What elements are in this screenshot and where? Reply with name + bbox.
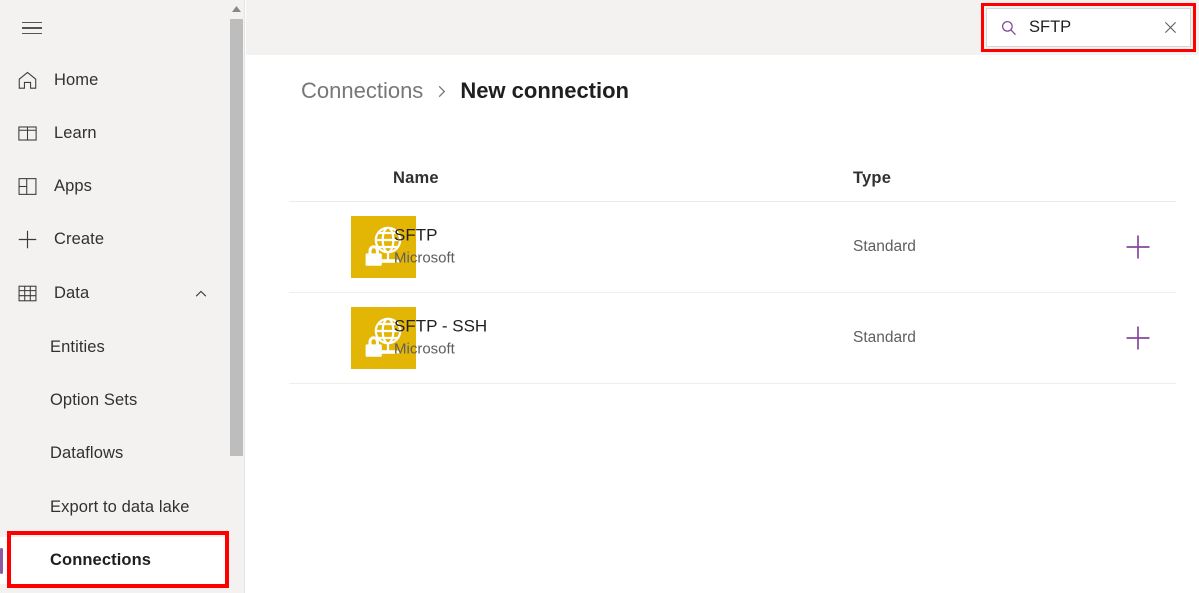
left-sidebar: Home Learn Apps Create Data Entities Opt…	[0, 0, 228, 593]
sidebar-item-entities[interactable]: Entities	[0, 324, 228, 371]
connector-name: SFTP	[394, 225, 438, 245]
chevron-up-icon[interactable]	[194, 287, 208, 301]
sidebar-item-data[interactable]: Data	[0, 270, 228, 317]
sidebar-item-home[interactable]: Home	[0, 57, 228, 104]
scrollbar-thumb[interactable]	[230, 19, 243, 456]
add-connection-button[interactable]	[1122, 231, 1154, 263]
table-icon	[14, 281, 40, 307]
sidebar-label-dataflows: Dataflows	[50, 444, 124, 462]
sidebar-item-export-to-data-lake[interactable]: Export to data lake	[0, 484, 228, 531]
main-content: Connections New connection Name Type SFT…	[246, 55, 1199, 593]
apps-icon	[14, 174, 40, 200]
sidebar-label-entities: Entities	[50, 338, 105, 356]
column-header-name: Name	[393, 169, 439, 187]
plus-icon	[14, 227, 40, 253]
sidebar-item-connections[interactable]: Connections	[0, 537, 228, 584]
connector-publisher: Microsoft	[394, 249, 455, 267]
connector-type: Standard	[853, 238, 916, 255]
add-connection-button[interactable]	[1122, 322, 1154, 354]
sidebar-item-dataflows[interactable]: Dataflows	[0, 430, 228, 477]
connectors-table: Name Type SFTP Microsoft Standard SFTP -…	[289, 140, 1176, 384]
search-box-highlight-annotation	[981, 3, 1196, 52]
sidebar-label-connections: Connections	[50, 551, 152, 569]
app-window: Home Learn Apps Create Data Entities Opt…	[0, 0, 1199, 593]
table-row[interactable]: SFTP - SSH Microsoft Standard	[289, 293, 1176, 384]
sidebar-label-apps: Apps	[54, 177, 93, 195]
row-name-block: SFTP Microsoft	[394, 224, 455, 269]
breadcrumb-current-page: New connection	[460, 78, 629, 103]
connector-publisher: Microsoft	[394, 340, 455, 358]
sidebar-label-data: Data	[54, 284, 90, 302]
breadcrumb: Connections New connection	[301, 78, 629, 104]
connector-name: SFTP - SSH	[394, 316, 488, 336]
chevron-right-icon	[434, 84, 449, 99]
sidebar-item-apps[interactable]: Apps	[0, 163, 228, 210]
sidebar-scrollbar[interactable]	[228, 0, 245, 593]
sidebar-item-learn[interactable]: Learn	[0, 110, 228, 157]
sidebar-item-create[interactable]: Create	[0, 216, 228, 263]
connector-type: Standard	[853, 329, 916, 346]
sidebar-label-option-sets: Option Sets	[50, 391, 138, 409]
book-icon	[14, 121, 40, 147]
sidebar-label-learn: Learn	[54, 124, 97, 142]
breadcrumb-connections-link[interactable]: Connections	[301, 78, 423, 104]
table-header-row: Name Type	[289, 140, 1176, 202]
column-header-type: Type	[853, 169, 892, 187]
table-row[interactable]: SFTP Microsoft Standard	[289, 202, 1176, 293]
sidebar-label-create: Create	[54, 230, 105, 248]
sidebar-label-export-to-data-lake: Export to data lake	[50, 498, 190, 516]
hamburger-menu-icon[interactable]	[14, 10, 50, 46]
sidebar-item-option-sets[interactable]: Option Sets	[0, 377, 228, 424]
sidebar-label-home: Home	[54, 71, 99, 89]
selected-indicator-bar	[0, 548, 3, 574]
triangle-up-icon[interactable]	[228, 0, 245, 17]
home-icon	[14, 68, 40, 94]
row-name-block: SFTP - SSH Microsoft	[394, 315, 487, 360]
